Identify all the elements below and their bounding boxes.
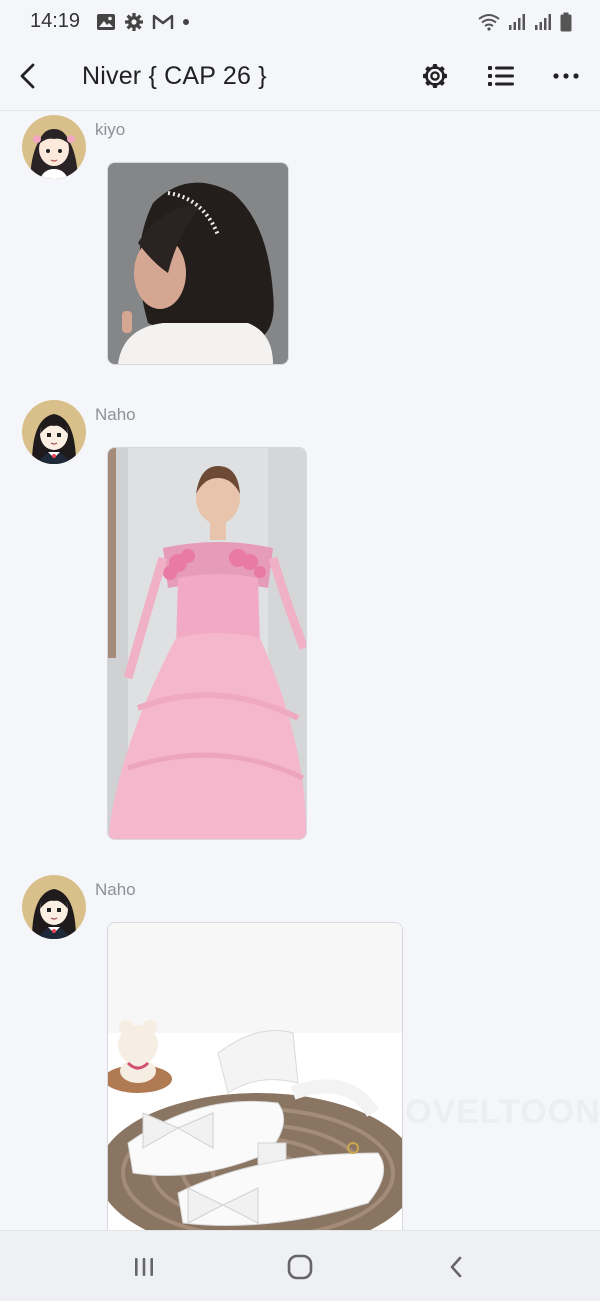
avatar[interactable] [22,400,86,464]
home-button[interactable] [278,1245,322,1289]
status-notification-icons [96,12,190,32]
recent-apps-button[interactable] [122,1245,166,1289]
list-icon [488,66,514,86]
back-nav-icon [450,1256,462,1278]
menu-list-button[interactable] [481,58,521,94]
signal-icon [509,14,525,30]
back-icon [20,63,35,89]
message-username: Naho [95,405,136,424]
avatar[interactable] [22,875,86,939]
recent-apps-icon [135,1258,153,1276]
watermark: OVELTOON [405,1093,600,1131]
gear-icon [423,64,447,88]
system-nav-bar [0,1230,600,1301]
status-system-icons [478,12,572,32]
signal-icon [535,14,551,30]
more-icon [553,73,579,79]
message-image[interactable] [107,447,307,840]
app-header: Niver { CAP 26 } [0,44,600,111]
settings-icon [125,13,143,31]
battery-icon [560,12,572,32]
gmail-icon [152,14,174,29]
status-time: 14:19 [30,10,81,32]
message-image[interactable] [107,162,289,365]
page-title: Niver { CAP 26 } [82,62,267,90]
more-options-button[interactable] [546,58,586,94]
message-image[interactable] [107,922,403,1230]
back-nav-button[interactable] [434,1245,478,1289]
avatar[interactable] [22,115,86,179]
image-icon [97,14,115,30]
message-username: kiyo [95,120,126,139]
status-bar: 14:19 [0,0,600,44]
message-feed[interactable]: kiyo Naho Naho [0,110,600,1230]
back-button[interactable] [10,58,46,94]
wifi-icon [478,14,500,31]
home-icon [287,1254,313,1280]
message-username: Naho [95,880,136,899]
settings-button[interactable] [415,58,455,94]
dot-icon [183,19,189,25]
